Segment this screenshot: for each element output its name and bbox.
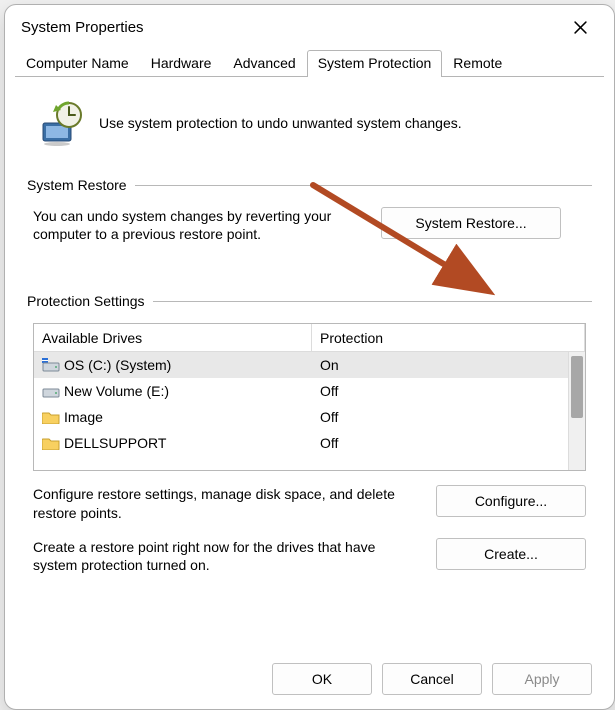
drive-label: Image [64,409,103,425]
drive-protection-status: Off [312,409,568,425]
drive-label: New Volume (E:) [64,383,169,399]
configure-button[interactable]: Configure... [436,485,586,517]
tab-system-protection[interactable]: System Protection [307,50,443,77]
disk-icon [42,358,60,372]
folder-icon [42,410,60,424]
system-restore-description: You can undo system changes by reverting… [33,207,363,243]
protection-settings-group-label: Protection Settings [27,293,145,309]
folder-icon [42,436,60,450]
tab-panel-system-protection: Use system protection to undo unwanted s… [5,77,614,709]
configure-description: Configure restore settings, manage disk … [33,485,418,521]
scrollbar-thumb[interactable] [571,356,583,418]
cancel-button[interactable]: Cancel [382,663,482,695]
system-restore-group: System Restore You can undo system chang… [27,177,592,253]
apply-button[interactable]: Apply [492,663,592,695]
create-restore-point-description: Create a restore point right now for the… [33,538,418,574]
column-header-protection[interactable]: Protection [312,324,585,352]
tab-computer-name[interactable]: Computer Name [15,50,140,77]
drive-protection-status: Off [312,435,568,451]
column-header-drives[interactable]: Available Drives [34,324,312,352]
disk-icon [42,384,60,398]
group-divider [153,301,592,302]
drive-list-scrollbar[interactable] [568,352,585,470]
drive-label: OS (C:) (System) [64,357,171,373]
drive-row[interactable]: New Volume (E:) Off [34,378,568,404]
tab-remote[interactable]: Remote [442,50,513,77]
drive-list[interactable]: Available Drives Protection OS (C:) (Sys… [33,323,586,471]
drive-row[interactable]: Image Off [34,404,568,430]
drive-label: DELLSUPPORT [64,435,166,451]
close-button[interactable] [560,10,600,44]
info-banner-text: Use system protection to undo unwanted s… [99,115,462,131]
tab-strip: Computer NameHardwareAdvancedSystem Prot… [5,49,614,76]
ok-button[interactable]: OK [272,663,372,695]
system-restore-group-label: System Restore [27,177,127,193]
window-title: System Properties [21,19,144,36]
create-restore-point-button[interactable]: Create... [436,538,586,570]
drive-protection-status: Off [312,383,568,399]
drive-list-header: Available Drives Protection [34,324,585,352]
system-protection-icon [37,99,85,147]
system-restore-button[interactable]: System Restore... [381,207,561,239]
protection-settings-group: Protection Settings Available Drives Pro… [27,293,592,590]
drive-row[interactable]: DELLSUPPORT Off [34,430,568,456]
drive-row[interactable]: OS (C:) (System) On [34,352,568,378]
title-bar: System Properties [5,5,614,49]
drive-protection-status: On [312,357,568,373]
system-properties-window: System Properties Computer NameHardwareA… [4,4,615,710]
tab-hardware[interactable]: Hardware [140,50,223,77]
info-banner: Use system protection to undo unwanted s… [27,95,592,169]
dialog-button-row: OK Cancel Apply [27,651,592,695]
tab-advanced[interactable]: Advanced [222,50,306,77]
group-divider [135,185,592,186]
